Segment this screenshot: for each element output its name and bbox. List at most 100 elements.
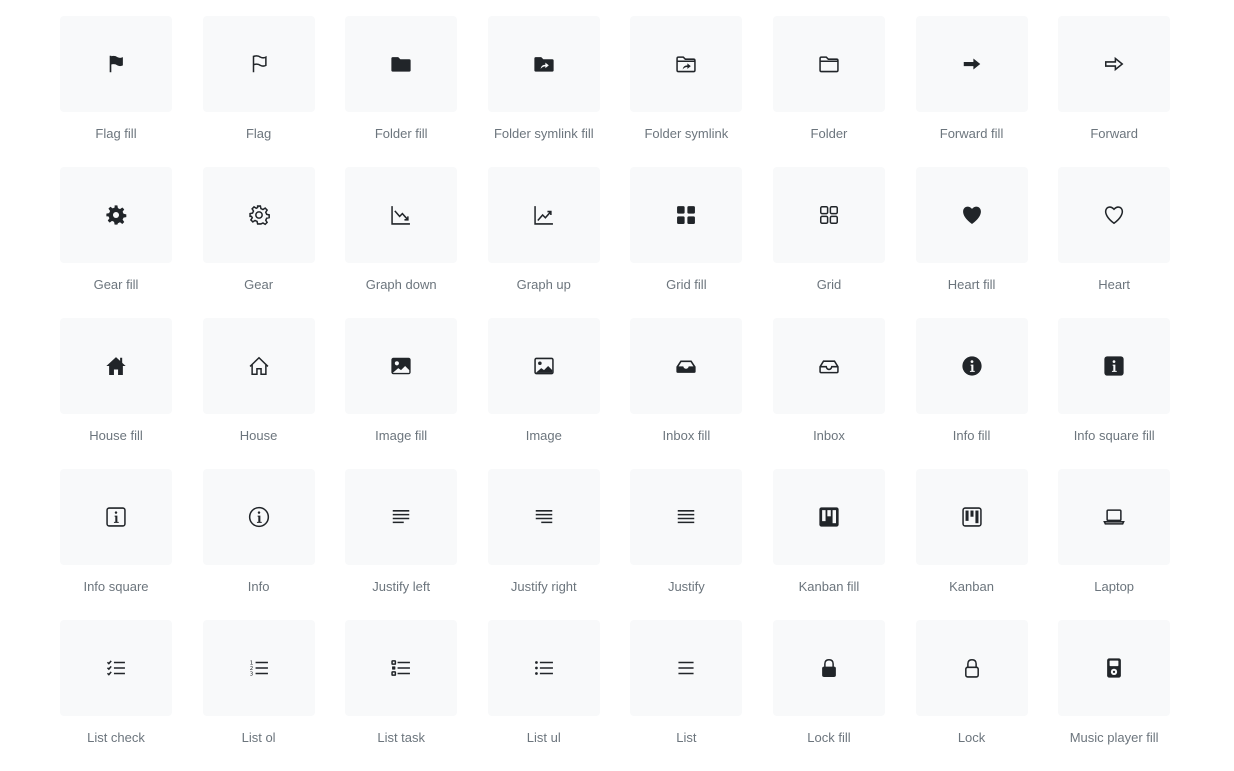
- icon-card-justify-left[interactable]: Justify left: [345, 469, 458, 620]
- icon-tile[interactable]: [772, 620, 885, 716]
- laptop-icon: [1103, 509, 1125, 525]
- icon-card-grid-fill[interactable]: Grid fill: [630, 167, 743, 318]
- icon-card-heart-fill[interactable]: Heart fill: [915, 167, 1028, 318]
- icon-card-folder[interactable]: Folder: [772, 16, 885, 167]
- icon-card-folder-symlink[interactable]: Folder symlink: [630, 16, 743, 167]
- icon-card-grid[interactable]: Grid: [772, 167, 885, 318]
- icon-card-flag[interactable]: Flag: [202, 16, 315, 167]
- icon-card-info-square[interactable]: Info square: [60, 469, 172, 620]
- icon-card-house-fill[interactable]: House fill: [60, 318, 172, 469]
- kanban-fill-icon: [819, 507, 839, 527]
- icon-card-house[interactable]: House: [202, 318, 315, 469]
- gear-fill-icon: [106, 205, 127, 225]
- list-check-icon: [106, 660, 125, 676]
- icon-tile[interactable]: [772, 16, 885, 112]
- icon-tile[interactable]: [345, 16, 458, 112]
- icon-tile[interactable]: 123: [202, 620, 315, 716]
- icon-card-lock[interactable]: Lock: [915, 620, 1028, 771]
- icon-tile[interactable]: [202, 469, 315, 565]
- icon-label: Laptop: [1094, 579, 1135, 594]
- icon-card-list-ol[interactable]: 1 2 3 List ol: [202, 620, 315, 771]
- icon-card-list-ul[interactable]: List ul: [487, 620, 600, 771]
- icon-tile[interactable]: [630, 620, 743, 716]
- icon-tile[interactable]: [1058, 167, 1171, 263]
- icon-tile[interactable]: [487, 620, 600, 716]
- icon-card-image[interactable]: Image: [487, 318, 600, 469]
- icon-card-info-fill[interactable]: Info fill: [915, 318, 1028, 469]
- icon-card-folder-symlink-fill[interactable]: Folder symlink fill: [487, 16, 600, 167]
- icon-tile[interactable]: [915, 167, 1028, 263]
- icon-tile[interactable]: [487, 16, 600, 112]
- icon-tile[interactable]: [915, 318, 1028, 414]
- icon-tile[interactable]: [915, 469, 1028, 565]
- folder-symlink-fill-icon: [534, 57, 554, 72]
- icon-card-forward-fill[interactable]: Forward fill: [915, 16, 1028, 167]
- icon-tile[interactable]: [1058, 318, 1171, 414]
- icon-card-folder-fill[interactable]: Folder fill: [345, 16, 458, 167]
- icon-label: Grid fill: [666, 277, 707, 292]
- icon-card-justify[interactable]: Justify: [630, 469, 743, 620]
- icon-tile[interactable]: [915, 16, 1028, 112]
- icon-label: Flag fill: [95, 126, 137, 141]
- icon-tile[interactable]: [345, 318, 458, 414]
- icon-tile[interactable]: [487, 318, 600, 414]
- icon-card-info-square-fill[interactable]: Info square fill: [1058, 318, 1171, 469]
- icon-tile[interactable]: [772, 318, 885, 414]
- icon-card-heart[interactable]: Heart: [1058, 167, 1171, 318]
- icon-tile[interactable]: [202, 318, 315, 414]
- icon-tile[interactable]: [1058, 16, 1171, 112]
- icon-tile[interactable]: [630, 16, 743, 112]
- icon-card-graph-down[interactable]: Graph down: [345, 167, 458, 318]
- icon-tile[interactable]: [487, 167, 600, 263]
- icon-card-gear-fill[interactable]: Gear fill: [60, 167, 172, 318]
- icon-tile[interactable]: [60, 469, 172, 565]
- icon-card-music-player-fill[interactable]: Music player fill: [1058, 620, 1171, 771]
- icon-tile[interactable]: [630, 469, 743, 565]
- icon-card-list-task[interactable]: List task: [345, 620, 458, 771]
- icon-tile[interactable]: [60, 620, 172, 716]
- icon-tile[interactable]: [772, 469, 885, 565]
- icon-tile[interactable]: [60, 16, 172, 112]
- house-icon: [249, 356, 269, 376]
- icon-card-image-fill[interactable]: Image fill: [345, 318, 458, 469]
- icon-tile[interactable]: [202, 16, 315, 112]
- icon-tile[interactable]: [630, 318, 743, 414]
- icon-tile[interactable]: [1058, 469, 1171, 565]
- icon-label: Kanban fill: [798, 579, 860, 594]
- icon-card-graph-up[interactable]: Graph up: [487, 167, 600, 318]
- icon-card-forward[interactable]: Forward: [1058, 16, 1171, 167]
- icon-tile[interactable]: [915, 620, 1028, 716]
- icon-tile[interactable]: [60, 167, 172, 263]
- icon-tile[interactable]: [345, 167, 458, 263]
- icon-tile[interactable]: [487, 469, 600, 565]
- icon-tile[interactable]: [345, 469, 458, 565]
- icon-card-inbox-fill[interactable]: Inbox fill: [630, 318, 743, 469]
- icon-tile[interactable]: [60, 318, 172, 414]
- icon-tile[interactable]: [1058, 620, 1171, 716]
- icon-tile[interactable]: [345, 620, 458, 716]
- icon-card-gear[interactable]: Gear: [202, 167, 315, 318]
- icon-card-inbox[interactable]: Inbox: [772, 318, 885, 469]
- icon-card-list-check[interactable]: List check: [60, 620, 172, 771]
- icon-label: Graph up: [516, 277, 571, 292]
- icon-label: Forward fill: [939, 126, 1004, 141]
- icon-card-lock-fill[interactable]: Lock fill: [772, 620, 885, 771]
- inbox-fill-icon: [676, 360, 696, 373]
- info-square-fill-icon: [1104, 356, 1124, 376]
- lock-fill-icon: [822, 658, 836, 677]
- icon-card-flag-fill[interactable]: Flag fill: [60, 16, 172, 167]
- icon-label: List task: [377, 730, 426, 745]
- icon-card-laptop[interactable]: Laptop: [1058, 469, 1171, 620]
- icon-tile[interactable]: [202, 167, 315, 263]
- image-fill-icon: [391, 357, 411, 375]
- icon-card-info[interactable]: Info: [202, 469, 315, 620]
- icon-label: Image: [525, 428, 562, 443]
- icon-card-kanban-fill[interactable]: Kanban fill: [772, 469, 885, 620]
- icon-tile[interactable]: [630, 167, 743, 263]
- icon-tile[interactable]: [772, 167, 885, 263]
- icon-label: Forward: [1090, 126, 1138, 141]
- info-fill-icon: [961, 356, 982, 376]
- icon-card-list[interactable]: List: [630, 620, 743, 771]
- icon-card-justify-right[interactable]: Justify right: [487, 469, 600, 620]
- icon-card-kanban[interactable]: Kanban: [915, 469, 1028, 620]
